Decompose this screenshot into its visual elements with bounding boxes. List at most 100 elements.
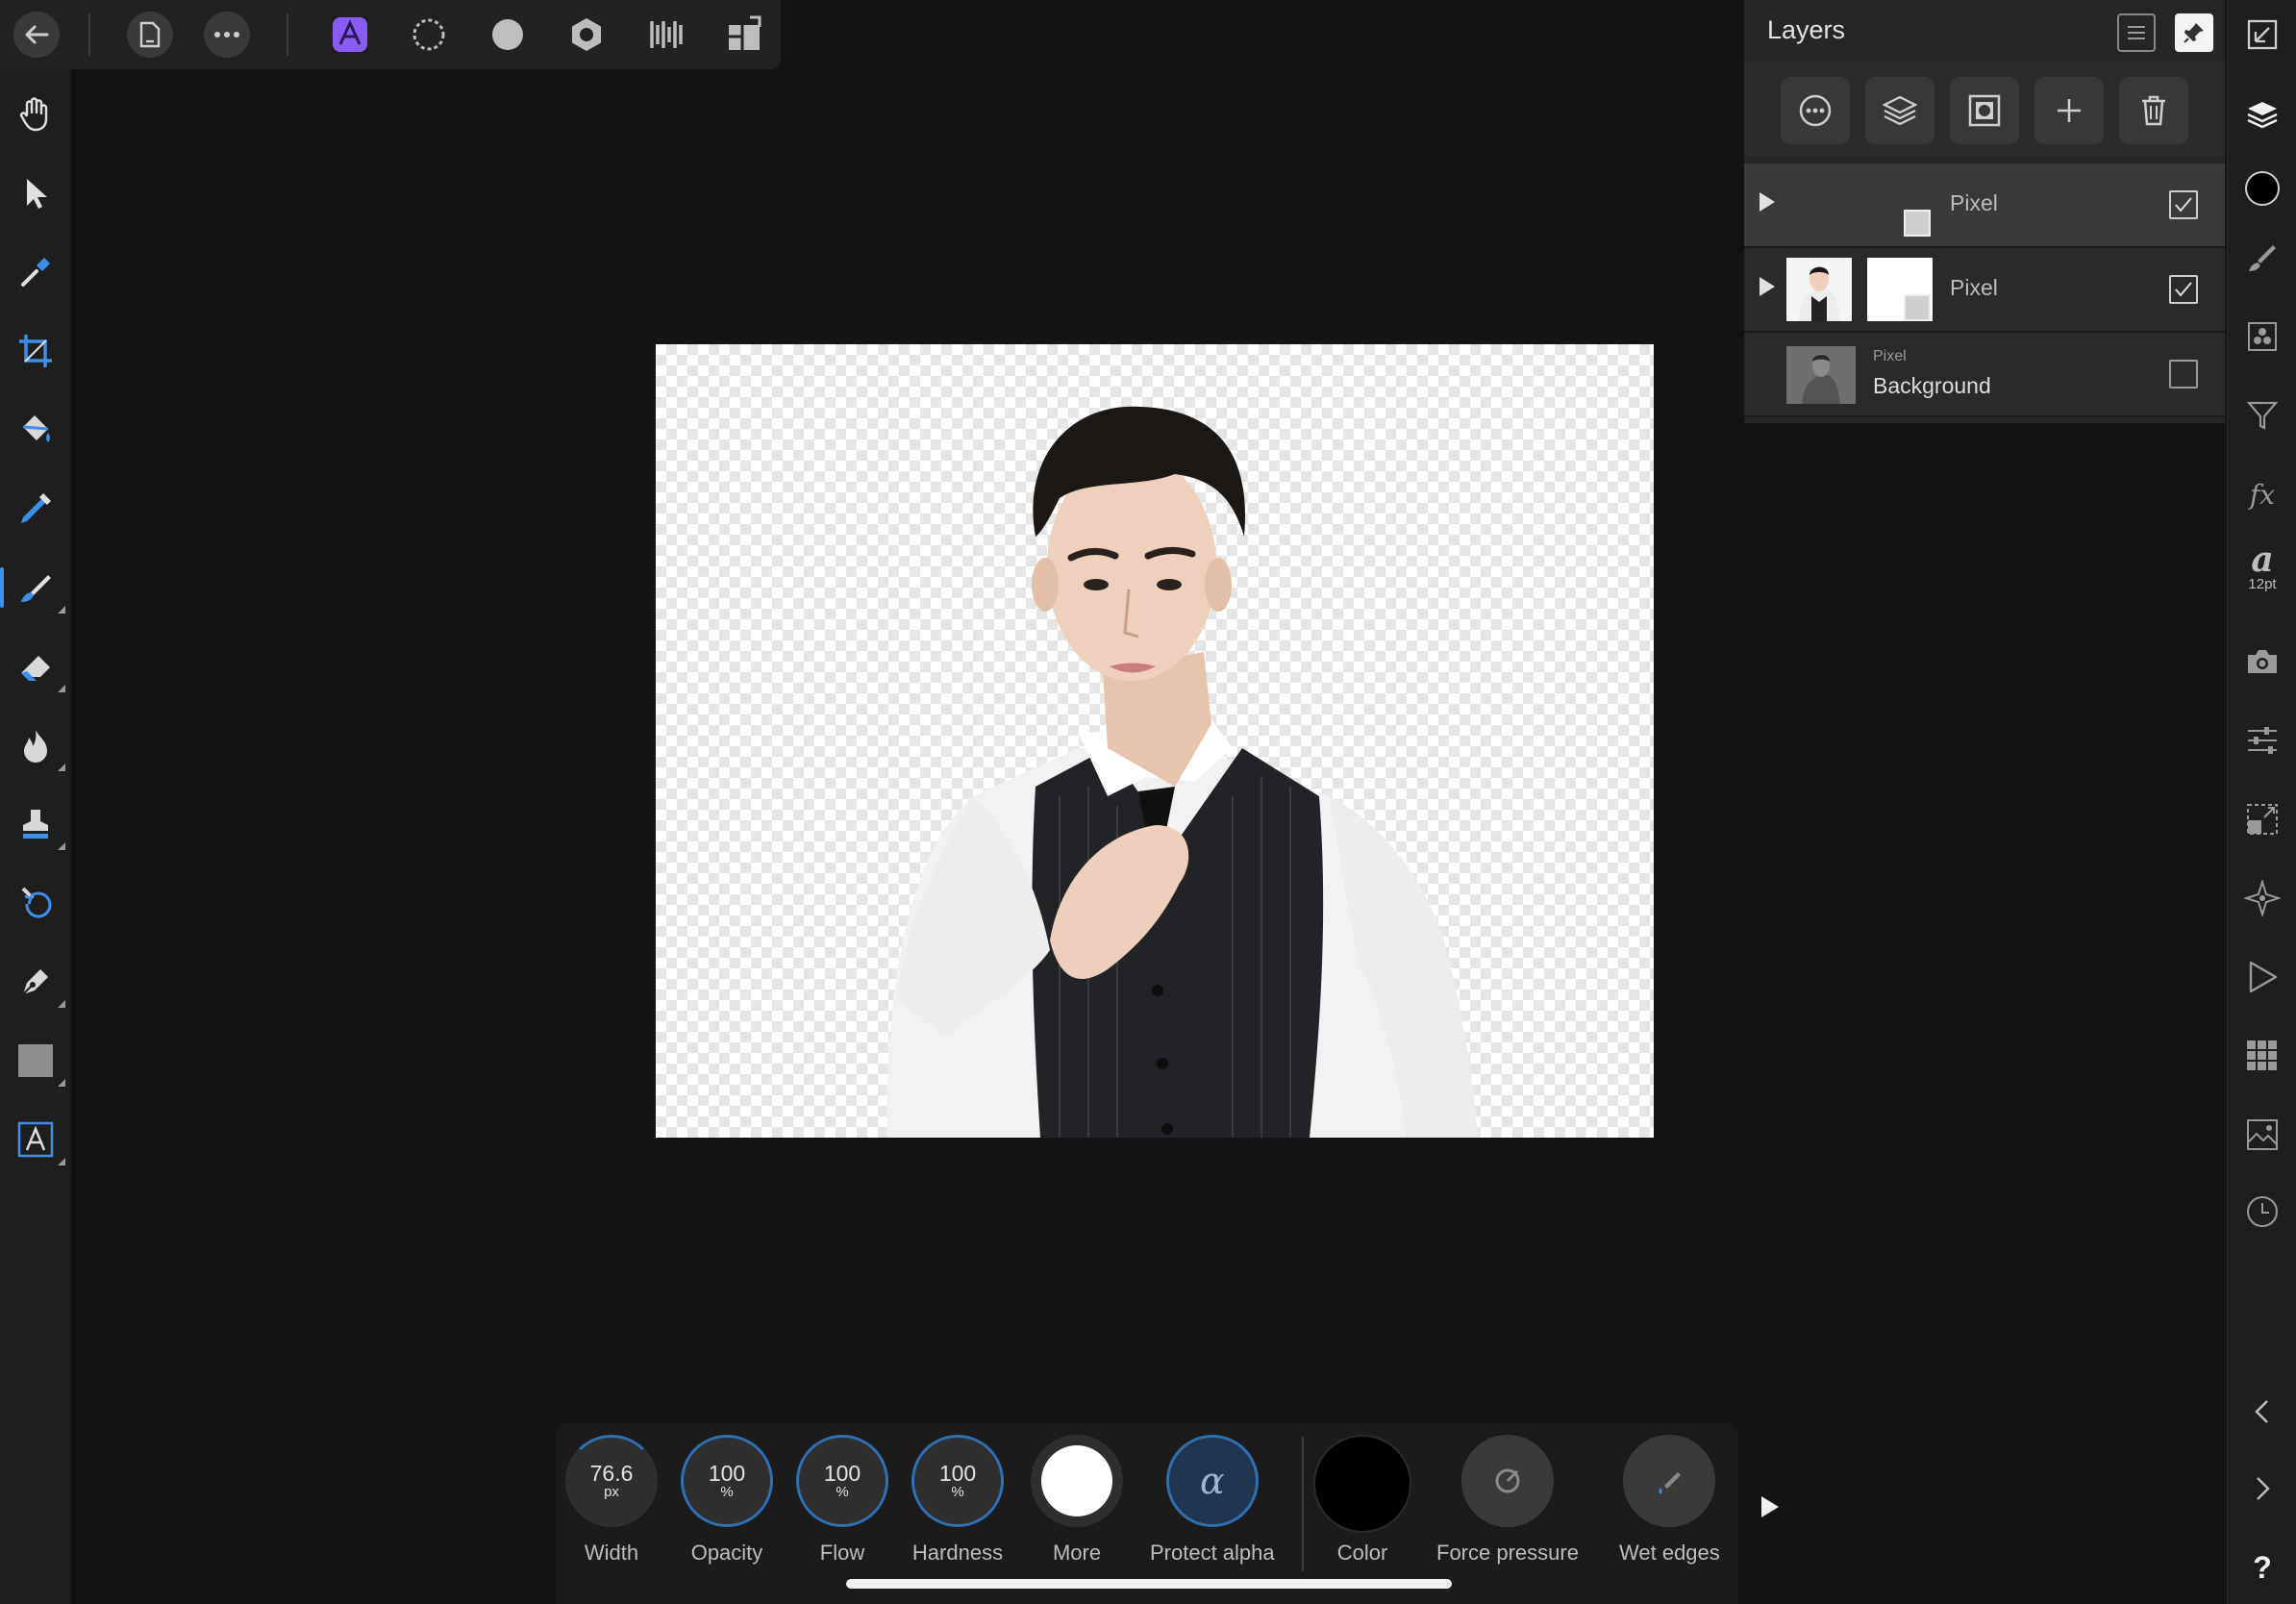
layers-studio-icon[interactable]	[2239, 92, 2285, 138]
force-pressure-control[interactable]: Force pressure	[1436, 1435, 1579, 1566]
dodge-burn-icon[interactable]	[10, 719, 65, 771]
color-control[interactable]: Color	[1313, 1435, 1411, 1566]
context-more-arrow-icon[interactable]	[1761, 1496, 1779, 1517]
layers-title: Layers	[1767, 15, 1846, 44]
wet-edges-control[interactable]: Wet edges	[1619, 1435, 1720, 1566]
shape-icon[interactable]	[10, 1035, 65, 1087]
more-control[interactable]: More	[1031, 1435, 1123, 1566]
liquify-persona-icon[interactable]	[406, 12, 452, 58]
studio-strip: fx a 12pt ?	[2227, 0, 2296, 1604]
layer-row-background[interactable]: Pixel Background	[1744, 333, 2225, 417]
protect-alpha-toggle[interactable]: α	[1165, 1435, 1259, 1527]
expand-arrow-icon[interactable]	[1759, 277, 1775, 296]
layer-options-icon[interactable]	[1781, 77, 1850, 144]
develop-persona-icon[interactable]	[485, 12, 531, 58]
layer-row-pixel-1[interactable]: Pixel	[1744, 163, 2225, 248]
hand-icon[interactable]	[10, 88, 62, 140]
layer-thumbnail	[1786, 258, 1852, 321]
history-studio-icon[interactable]	[2239, 1189, 2285, 1235]
mask-layer-icon[interactable]	[1950, 77, 2019, 144]
width-label: Width	[584, 1541, 639, 1565]
blend-mode-icon[interactable]	[1865, 77, 1934, 144]
chevron-right-icon[interactable]	[2239, 1466, 2285, 1512]
clone-stamp-icon[interactable]	[10, 798, 65, 850]
help-icon[interactable]: ?	[2239, 1544, 2285, 1591]
color-swatch[interactable]	[1313, 1435, 1411, 1533]
layer-name: Background	[1873, 373, 1991, 398]
photo-persona-icon[interactable]	[327, 12, 373, 58]
pin-panel-icon[interactable]	[2175, 13, 2213, 52]
layer-thumbnail	[1786, 346, 1856, 404]
flow-dial[interactable]: 100 %	[796, 1435, 888, 1527]
more-dots-icon[interactable]	[204, 12, 250, 58]
navigator-studio-icon[interactable]	[2239, 875, 2285, 921]
wet-edges-label: Wet edges	[1619, 1541, 1720, 1565]
tone-mapping-persona-icon[interactable]	[563, 12, 610, 58]
context-toolbar: 76.6 px Width 100 % Opacity 100 % Flow 1…	[556, 1423, 1738, 1604]
layer-visibility-checkbox[interactable]	[2169, 190, 2198, 219]
protect-alpha-control[interactable]: α Protect alpha	[1150, 1435, 1275, 1566]
text-styles-studio-icon[interactable]: a 12pt	[2239, 542, 2285, 592]
stock-studio-icon[interactable]	[2239, 1112, 2285, 1158]
flow-control[interactable]: 100 % Flow	[796, 1435, 888, 1566]
selection-brush-icon[interactable]	[10, 483, 62, 535]
tools-panel	[0, 69, 71, 1604]
layers-panel: Layers Pixel Pixel Pixel Background	[1744, 0, 2225, 423]
erase-brush-icon[interactable]	[10, 640, 65, 692]
fx-studio-icon[interactable]: fx	[2239, 471, 2285, 517]
layers-actions	[1744, 62, 2225, 156]
document-canvas[interactable]	[656, 344, 1654, 1138]
camera-studio-icon[interactable]	[2239, 639, 2285, 685]
more-label: More	[1052, 1541, 1102, 1565]
brushes-studio-icon[interactable]	[2239, 235, 2285, 281]
layers-header: Layers	[1744, 0, 2225, 62]
flow-label: Flow	[819, 1541, 865, 1565]
width-control[interactable]: 76.6 px Width	[565, 1435, 658, 1566]
fullscreen-icon[interactable]	[2239, 12, 2285, 58]
color-picker-icon[interactable]	[10, 246, 62, 298]
portrait-image	[886, 406, 1478, 1138]
transform-studio-icon[interactable]	[2239, 796, 2285, 842]
swatches-studio-icon[interactable]	[2239, 1033, 2285, 1079]
split-view-icon[interactable]	[721, 12, 767, 58]
layer-visibility-checkbox[interactable]	[2169, 360, 2198, 388]
layer-type-label: Pixel	[1873, 348, 1907, 364]
adjustments-studio-icon[interactable]	[2239, 392, 2285, 439]
layer-row-pixel-2[interactable]: Pixel	[1744, 248, 2225, 333]
force-pressure-toggle[interactable]	[1460, 1435, 1554, 1527]
channels-studio-icon[interactable]	[2239, 313, 2285, 360]
chevron-left-icon[interactable]	[2239, 1389, 2285, 1435]
color-label: Color	[1336, 1541, 1388, 1565]
sliders-studio-icon[interactable]	[2239, 717, 2285, 764]
hardness-dial[interactable]: 100 %	[911, 1435, 1004, 1527]
force-pressure-label: Force pressure	[1436, 1541, 1579, 1565]
brush-preview[interactable]	[1031, 1435, 1123, 1527]
text-icon[interactable]	[10, 1114, 65, 1165]
layer-name: Pixel	[1950, 190, 1998, 215]
back-arrow-icon[interactable]	[13, 12, 60, 58]
move-icon[interactable]	[10, 167, 62, 219]
layer-visibility-checkbox[interactable]	[2169, 275, 2198, 304]
document-icon[interactable]	[127, 12, 173, 58]
mask-thumb-icon	[1904, 210, 1931, 237]
panel-menu-icon[interactable]	[2117, 13, 2156, 52]
expand-arrow-icon[interactable]	[1759, 192, 1775, 212]
crop-icon[interactable]	[10, 325, 62, 377]
flood-fill-icon[interactable]	[10, 404, 62, 456]
undo-brush-icon[interactable]	[10, 877, 62, 929]
hardness-control[interactable]: 100 % Hardness	[911, 1435, 1004, 1566]
hardness-label: Hardness	[911, 1541, 1004, 1565]
macro-studio-icon[interactable]	[2239, 954, 2285, 1000]
paint-brush-icon[interactable]	[0, 562, 65, 614]
pen-icon[interactable]	[10, 956, 65, 1008]
opacity-dial[interactable]: 100 %	[681, 1435, 773, 1527]
add-layer-icon[interactable]	[2034, 77, 2104, 144]
export-persona-icon[interactable]	[642, 12, 688, 58]
color-studio-icon[interactable]	[2239, 165, 2285, 212]
delete-layer-icon[interactable]	[2119, 77, 2188, 144]
top-toolbar	[0, 0, 781, 69]
width-dial[interactable]: 76.6 px	[565, 1435, 658, 1527]
mask-thumb-icon	[1904, 294, 1931, 321]
wet-edges-toggle[interactable]	[1623, 1435, 1716, 1527]
opacity-control[interactable]: 100 % Opacity	[681, 1435, 773, 1566]
